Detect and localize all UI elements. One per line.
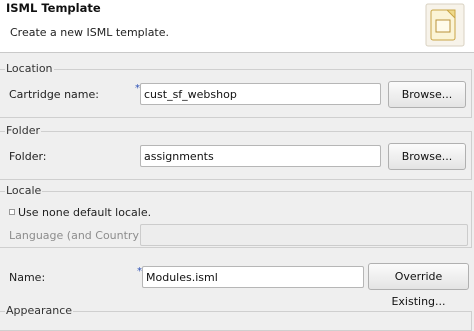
wizard-title: ISML Template	[6, 1, 101, 15]
folder-field[interactable]	[140, 145, 381, 167]
location-group-title: Location	[5, 62, 54, 75]
locale-group-title: Locale	[5, 184, 43, 197]
folder-browse-button[interactable]: Browse...	[388, 143, 466, 170]
locale-checkbox-label[interactable]: Use none default locale.	[18, 206, 151, 219]
cartridge-browse-button[interactable]: Browse...	[388, 81, 466, 108]
folder-group-title: Folder	[5, 124, 41, 137]
appearance-group-title: Appearance	[5, 304, 74, 317]
name-field[interactable]	[142, 266, 364, 288]
appearance-group: Appearance	[0, 304, 472, 331]
folder-label: Folder:	[9, 150, 47, 163]
wizard-description: Create a new ISML template.	[10, 26, 170, 39]
template-file-icon	[425, 3, 465, 47]
language-label: Language (and Country):	[9, 229, 147, 242]
override-existing-button[interactable]: Override Existing...	[368, 263, 469, 308]
locale-checkbox[interactable]	[9, 209, 15, 215]
cartridge-name-field[interactable]	[140, 83, 381, 105]
name-label: Name:	[9, 271, 46, 284]
wizard-header: ISML Template Create a new ISML template…	[0, 0, 474, 53]
cartridge-name-label: Cartridge name:	[9, 88, 99, 101]
language-field[interactable]	[140, 224, 468, 246]
